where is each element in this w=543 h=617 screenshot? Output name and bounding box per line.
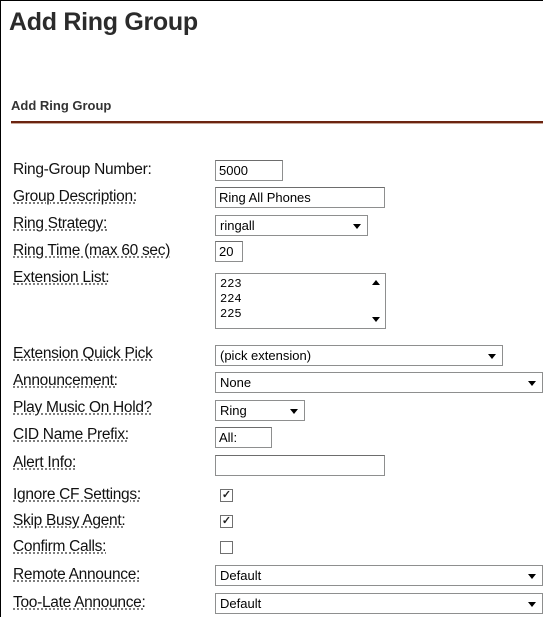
announcement-row: Announcement: None xyxy=(13,370,543,393)
announcement-label: Announcement: xyxy=(13,372,118,389)
extension-list-item: 224 xyxy=(220,292,242,306)
ring-strategy-label: Ring Strategy: xyxy=(13,215,108,232)
chevron-down-icon xyxy=(528,602,536,607)
ring-strategy-value: ringall xyxy=(220,218,255,233)
extension-list-item: 225 xyxy=(220,307,242,321)
too-late-announce-row: Too-Late Announce: Default xyxy=(13,592,543,614)
frame-top-border xyxy=(0,0,543,1)
chevron-down-icon xyxy=(353,224,361,229)
remote-announce-value: Default xyxy=(220,568,262,583)
announcement-value: None xyxy=(220,375,252,390)
play-music-on-hold-select[interactable]: Ring xyxy=(215,400,305,421)
ring-strategy-select[interactable]: ringall xyxy=(215,215,368,236)
play-music-on-hold-value: Ring xyxy=(220,403,247,418)
frame-left-border xyxy=(0,0,1,617)
alert-info-input[interactable] xyxy=(215,455,385,476)
ring-group-number-label: Ring-Group Number: xyxy=(13,161,152,178)
ring-time-row: Ring Time (max 60 sec) xyxy=(13,240,543,262)
alert-info-label: Alert Info: xyxy=(13,454,77,471)
ring-strategy-row: Ring Strategy: ringall xyxy=(13,213,543,236)
chevron-down-icon xyxy=(290,409,298,414)
section-title: Add Ring Group xyxy=(11,98,112,113)
group-description-row: Group Description: xyxy=(13,186,543,208)
ignore-cf-settings-row: Ignore CF Settings: ✓ xyxy=(13,484,543,506)
cid-name-prefix-input[interactable] xyxy=(215,427,272,448)
skip-busy-agent-checkbox[interactable]: ✓ xyxy=(220,515,233,528)
too-late-announce-label: Too-Late Announce: xyxy=(13,594,146,611)
scroll-up-icon[interactable] xyxy=(372,280,380,285)
chevron-down-icon xyxy=(528,381,536,386)
cid-name-prefix-row: CID Name Prefix: xyxy=(13,424,543,448)
extension-list-item: 223 xyxy=(220,277,242,291)
extension-quick-pick-row: Extension Quick Pick (pick extension) xyxy=(13,343,543,366)
ignore-cf-settings-checkbox[interactable]: ✓ xyxy=(220,489,233,502)
extension-list-label: Extension List: xyxy=(13,269,110,286)
remote-announce-select[interactable]: Default xyxy=(215,565,543,586)
play-music-on-hold-row: Play Music On Hold? Ring xyxy=(13,397,543,421)
announcement-select[interactable]: None xyxy=(215,372,543,393)
confirm-calls-checkbox[interactable] xyxy=(220,541,233,554)
extension-list-items: 223 224 225 xyxy=(216,277,242,322)
remote-announce-label: Remote Announce: xyxy=(13,566,141,583)
confirm-calls-label: Confirm Calls: xyxy=(13,538,107,555)
chevron-down-icon xyxy=(488,354,496,359)
section-divider xyxy=(11,121,543,124)
scroll-down-icon[interactable] xyxy=(372,317,380,322)
ring-group-number-input[interactable] xyxy=(215,160,283,181)
extension-quick-pick-select[interactable]: (pick extension) xyxy=(215,345,503,366)
skip-busy-agent-row: Skip Busy Agent: ✓ xyxy=(13,510,543,532)
extension-list-row: Extension List: 223 224 225 xyxy=(13,267,543,331)
remote-announce-row: Remote Announce: Default xyxy=(13,564,543,586)
extension-list-textarea[interactable]: 223 224 225 xyxy=(215,273,386,329)
group-description-label: Group Description: xyxy=(13,188,137,205)
chevron-down-icon xyxy=(528,574,536,579)
ring-group-number-row: Ring-Group Number: xyxy=(13,159,543,181)
ignore-cf-settings-label: Ignore CF Settings: xyxy=(13,486,141,503)
cid-name-prefix-label: CID Name Prefix: xyxy=(13,426,129,443)
extension-list-scrollbar[interactable] xyxy=(368,274,385,328)
confirm-calls-row: Confirm Calls: xyxy=(13,536,543,558)
ring-time-input[interactable] xyxy=(215,241,243,262)
skip-busy-agent-label: Skip Busy Agent: xyxy=(13,512,126,529)
ring-time-label: Ring Time (max 60 sec) xyxy=(13,242,171,259)
extension-quick-pick-label: Extension Quick Pick xyxy=(13,345,153,362)
too-late-announce-value: Default xyxy=(220,596,262,611)
extension-quick-pick-value: (pick extension) xyxy=(220,348,312,363)
play-music-on-hold-label: Play Music On Hold? xyxy=(13,399,153,416)
page-title: Add Ring Group xyxy=(9,8,198,36)
group-description-input[interactable] xyxy=(215,187,385,208)
too-late-announce-select[interactable]: Default xyxy=(215,593,543,614)
alert-info-row: Alert Info: xyxy=(13,452,543,476)
